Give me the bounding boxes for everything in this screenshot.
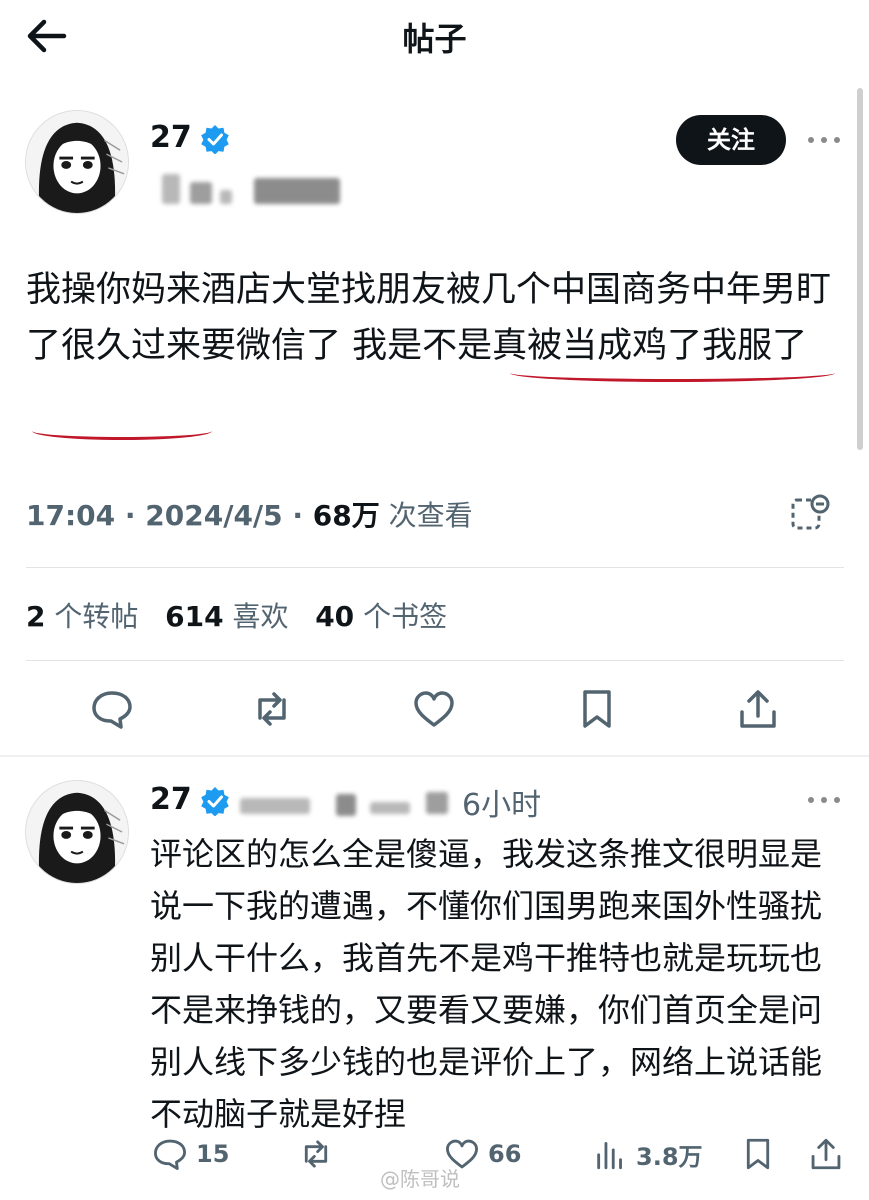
likes-label[interactable]: 喜欢 [232, 600, 288, 633]
watermark: @陈哥说 [380, 1167, 460, 1191]
top-bar: 帖子 [0, 0, 869, 75]
post-stats: 2 个转帖 614 喜欢 40 个书签 [26, 595, 447, 635]
blurred-handle [162, 172, 340, 206]
anime-avatar-image [26, 111, 128, 213]
reply-count: 15 [196, 1140, 230, 1168]
blurred-handle [240, 788, 455, 818]
post-date: 2024/4/5 [145, 499, 283, 532]
analytics-icon[interactable] [790, 494, 830, 532]
views-count: 68万 [312, 499, 380, 532]
comment-icon [154, 1139, 186, 1170]
bookmarks-count[interactable]: 40 [315, 600, 354, 633]
comment-icon [92, 691, 132, 729]
reposts-label[interactable]: 个转帖 [54, 600, 138, 633]
share-icon [811, 1138, 841, 1170]
red-underline-mark [510, 364, 835, 382]
follow-button[interactable]: 关注 [676, 115, 786, 165]
verified-badge-icon [201, 125, 229, 154]
anime-avatar-image [26, 781, 128, 883]
bookmark-icon [583, 690, 611, 728]
bookmark-icon [746, 1138, 770, 1170]
views-label: 次查看 [388, 499, 473, 532]
like-count: 66 [488, 1140, 522, 1168]
post-text: 我操你妈来酒店大堂找朋友被几个中国商务中年男盯了很久过来要微信了 我是不是真被当… [26, 270, 832, 366]
reply-bookmark-button[interactable] [740, 1136, 784, 1172]
reply-button[interactable] [90, 688, 134, 730]
share-button[interactable] [736, 688, 780, 730]
reply-text: 评论区的怎么全是傻逼，我发这条推文很明显是说一下我的遭遇，不懂你们国男跑来国外性… [150, 835, 823, 1133]
like-button[interactable] [412, 688, 456, 730]
verified-badge-icon [201, 787, 229, 816]
heart-icon [414, 691, 454, 727]
author-name[interactable]: 27 [150, 120, 192, 155]
red-underline-mark [32, 422, 212, 440]
more-options-icon[interactable] [806, 790, 842, 810]
view-count: 3.8万 [636, 1142, 703, 1171]
bookmarks-label[interactable]: 个书签 [363, 600, 447, 633]
divider [26, 567, 844, 568]
reply-reply-button[interactable]: 15 [152, 1136, 229, 1172]
divider [26, 660, 844, 661]
repost-button[interactable] [250, 688, 294, 730]
avatar[interactable] [25, 110, 129, 214]
repost-icon [304, 1140, 328, 1168]
likes-count[interactable]: 614 [165, 600, 223, 633]
share-icon [740, 690, 776, 728]
reply-author-name[interactable]: 27 [150, 782, 192, 817]
post-meta: 17:04 · 2024/4/5 · 68万 次查看 [26, 499, 473, 532]
scrollbar[interactable] [857, 88, 863, 450]
reply-share-button[interactable] [808, 1136, 852, 1172]
avatar[interactable] [25, 780, 129, 884]
reply-views-button[interactable]: 3.8万 [592, 1136, 703, 1172]
section-separator [0, 755, 869, 757]
reposts-count[interactable]: 2 [26, 600, 45, 633]
post-time: 17:04 [26, 499, 116, 532]
reply-repost-button[interactable] [298, 1136, 342, 1172]
reply-time[interactable]: 6小时 [462, 780, 541, 824]
page-title: 帖子 [402, 20, 467, 58]
more-options-icon[interactable] [806, 130, 842, 150]
bar-chart-icon [597, 1142, 622, 1170]
bookmark-button[interactable] [575, 688, 619, 730]
repost-icon [258, 692, 286, 726]
